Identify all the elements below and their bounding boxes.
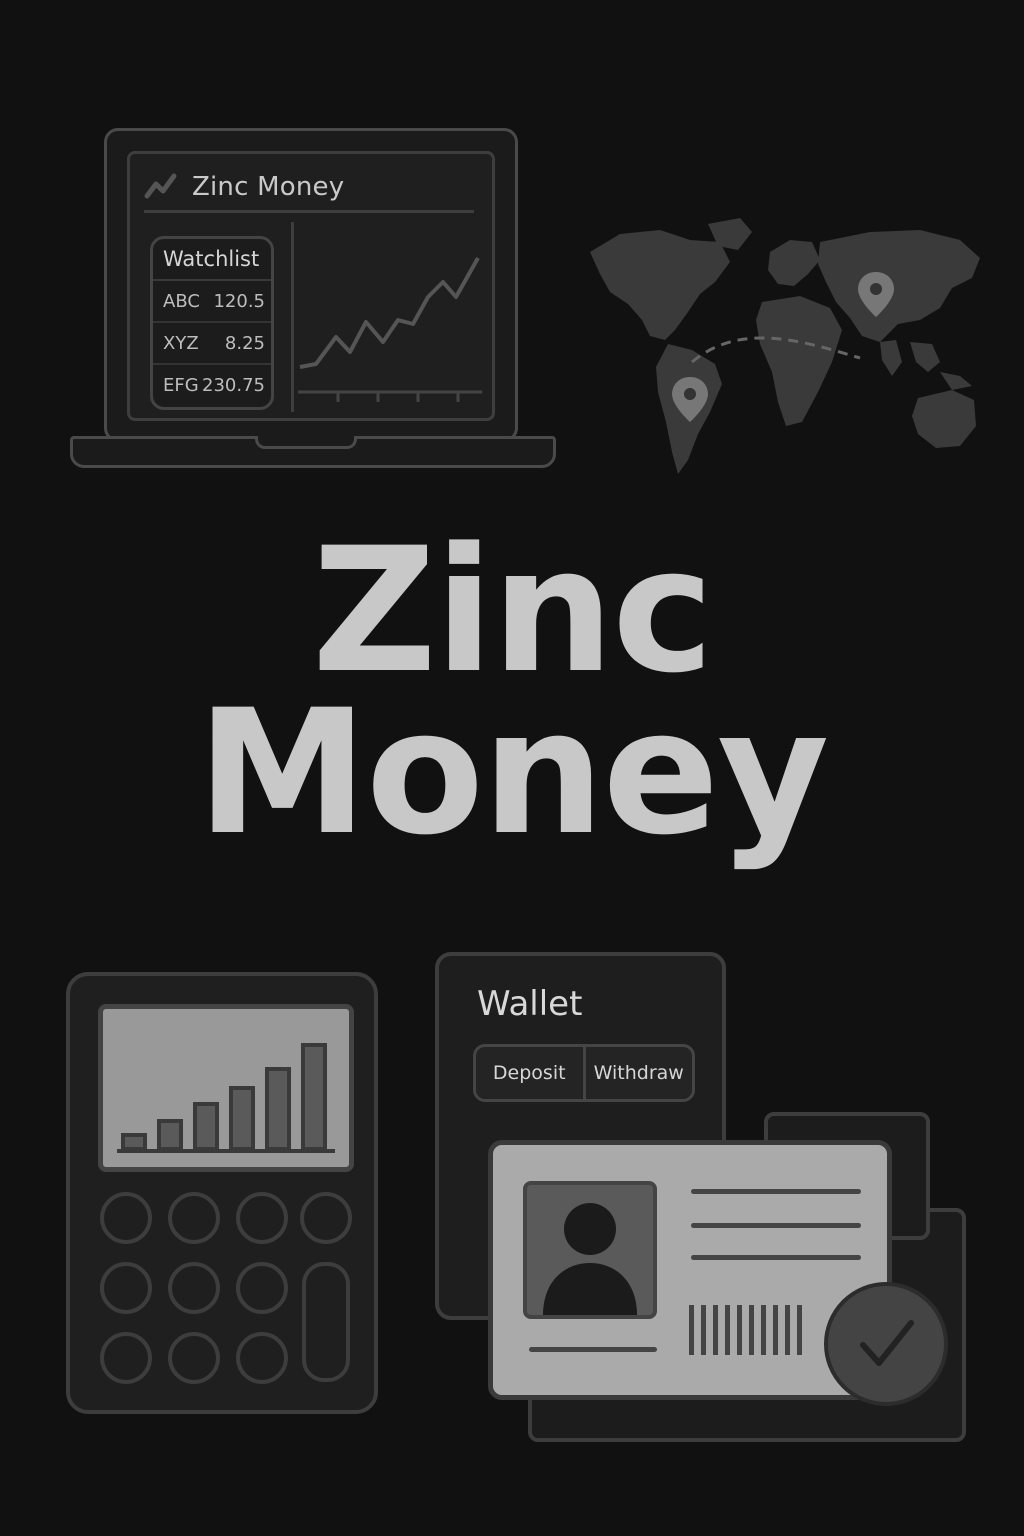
verified-badge [824, 1282, 948, 1406]
watchlist-symbol: XYZ [163, 332, 199, 354]
hero-title-line-1: Zinc [311, 510, 714, 711]
checkmark-icon [860, 1320, 914, 1366]
calculator-key[interactable] [168, 1192, 220, 1244]
watchlist-symbol: ABC [163, 290, 200, 312]
watchlist-title: Watchlist [153, 239, 271, 281]
app-header: Zinc Money [144, 164, 474, 213]
watchlist-row[interactable]: ABC 120.5 [153, 281, 271, 323]
calculator-bar [229, 1086, 255, 1151]
calculator-bar [157, 1119, 183, 1151]
bar-chart-icon [117, 1043, 335, 1153]
laptop-notch [255, 436, 357, 449]
chart-divider [291, 222, 294, 412]
deposit-button[interactable]: Deposit [476, 1047, 583, 1099]
laptop-base [70, 436, 556, 468]
id-text-line [529, 1347, 657, 1352]
calculator-key[interactable] [236, 1262, 288, 1314]
avatar [523, 1181, 657, 1319]
calculator-key[interactable] [100, 1192, 152, 1244]
watchlist-price: 230.75 [202, 374, 265, 396]
calculator-key[interactable] [100, 1332, 152, 1384]
watchlist-symbol: EFG [163, 374, 199, 396]
calculator-bar [301, 1043, 327, 1151]
calculator-keypad [100, 1192, 360, 1392]
id-text-line [691, 1189, 861, 1194]
wallet-actions: Deposit Withdraw [473, 1044, 695, 1102]
watchlist-row[interactable]: XYZ 8.25 [153, 323, 271, 365]
calculator-bar [265, 1067, 291, 1151]
calculator-illustration [66, 972, 378, 1414]
laptop-lid: Zinc Money Watchlist ABC 120.5 XYZ 8.25 … [104, 128, 518, 442]
hero-title-line-2: Money [196, 672, 830, 873]
calculator-bar [193, 1102, 219, 1151]
calculator-bar [121, 1133, 147, 1151]
watchlist-price: 8.25 [224, 332, 265, 354]
wallet-title: Wallet [477, 984, 583, 1024]
calculator-key[interactable] [168, 1332, 220, 1384]
id-text-line [691, 1223, 861, 1228]
watchlist-price: 120.5 [213, 290, 265, 312]
calculator-key[interactable] [300, 1192, 352, 1244]
id-text-line [691, 1255, 861, 1260]
laptop-illustration: Zinc Money Watchlist ABC 120.5 XYZ 8.25 … [70, 126, 560, 476]
calculator-key[interactable] [100, 1262, 152, 1314]
laptop-screen: Zinc Money Watchlist ABC 120.5 XYZ 8.25 … [127, 151, 495, 421]
calculator-key[interactable] [168, 1262, 220, 1314]
hero-title: Zinc Money [0, 510, 1024, 873]
trend-line-icon [144, 173, 177, 199]
calculator-key[interactable] [236, 1332, 288, 1384]
watchlist-panel: Watchlist ABC 120.5 XYZ 8.25 EFG 230.75 [150, 236, 274, 410]
price-chart-icon [298, 257, 482, 402]
world-map-icon [590, 218, 980, 474]
user-icon [543, 1203, 637, 1315]
calculator-screen [98, 1004, 354, 1172]
app-title: Zinc Money [192, 172, 345, 202]
calculator-key[interactable] [236, 1192, 288, 1244]
watchlist-row[interactable]: EFG 230.75 [153, 365, 271, 405]
barcode-icon [689, 1305, 802, 1355]
withdraw-button[interactable]: Withdraw [582, 1047, 693, 1099]
calculator-key-tall[interactable] [302, 1262, 350, 1382]
